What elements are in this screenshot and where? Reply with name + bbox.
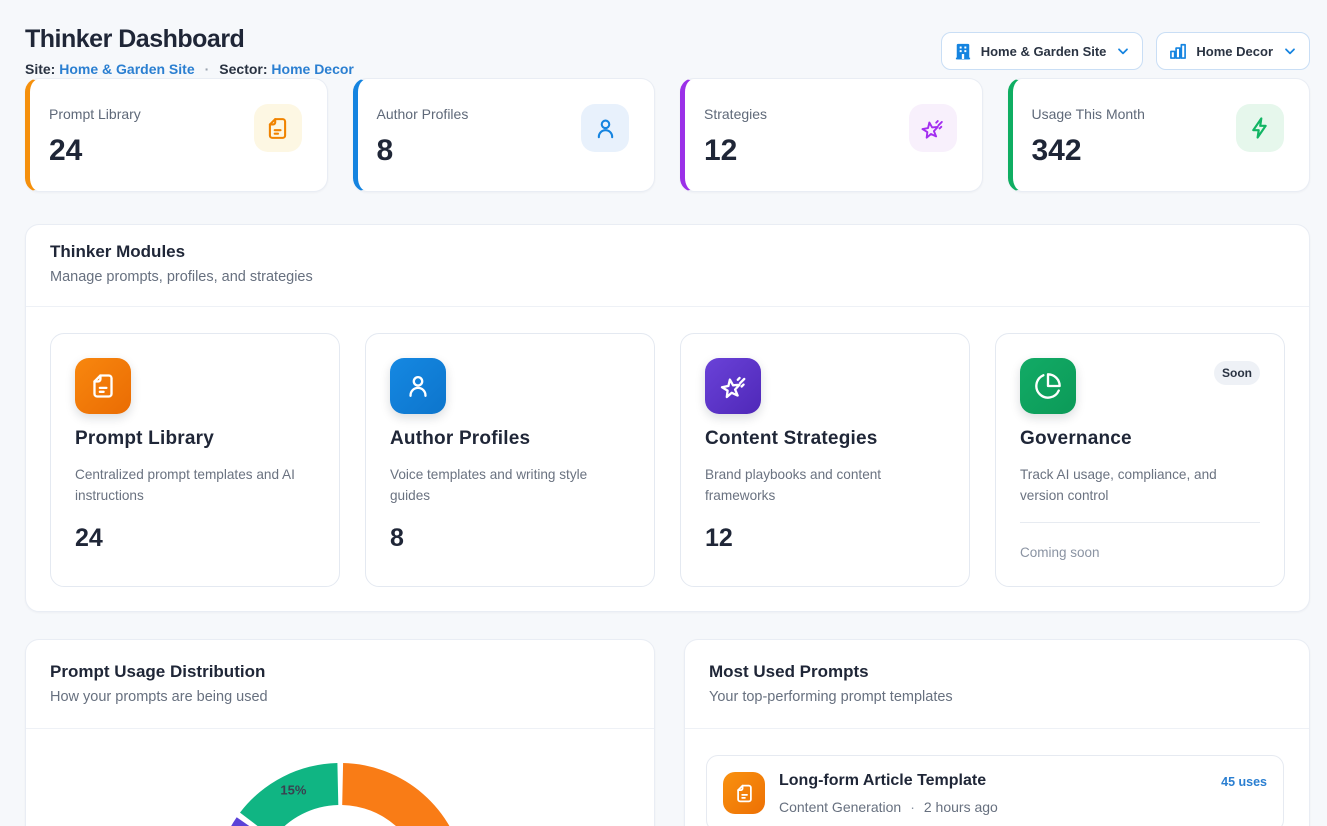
- svg-text:15%: 15%: [280, 783, 306, 798]
